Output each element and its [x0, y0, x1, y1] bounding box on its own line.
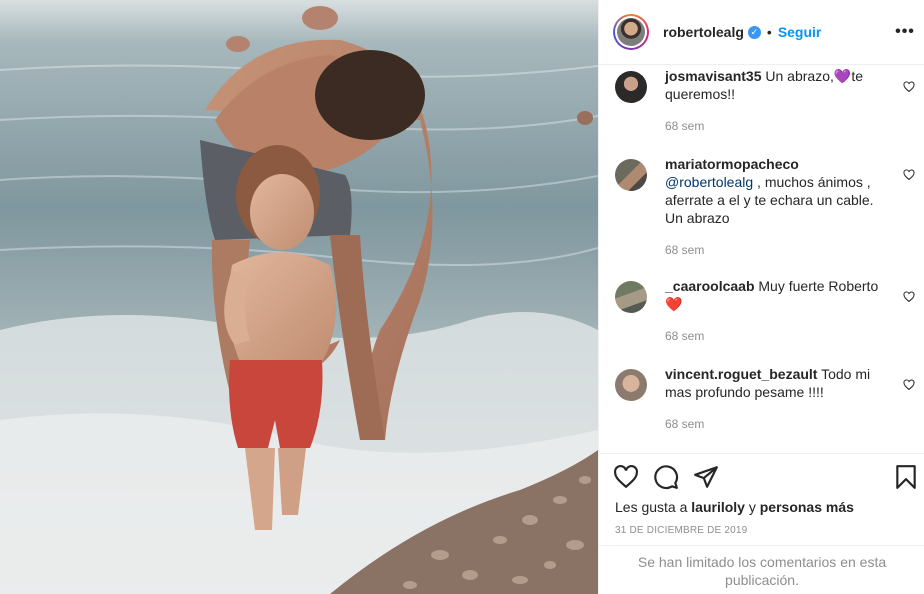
comment-avatar[interactable] [615, 71, 647, 103]
comments-limited-notice: Se han limitado los comentarios en esta … [599, 545, 924, 594]
post-actions: Les gusta a lauriloly y personas más 31 … [599, 453, 924, 588]
comment-text: mariatormopacheco @robertolealg , muchos… [665, 155, 891, 227]
comment-bubble-icon[interactable] [653, 464, 679, 490]
comment-username[interactable]: mariatormopacheco [665, 156, 799, 172]
header-separator: • [766, 24, 772, 40]
likes-summary: Les gusta a lauriloly y personas más [615, 499, 854, 515]
comment-text: vincent.roguet_bezault Todo mi mas profu… [665, 365, 891, 401]
comment-like-heart-icon[interactable] [903, 169, 915, 181]
share-paper-plane-icon[interactable] [693, 464, 719, 490]
red-heart-emoji: ❤️ [665, 296, 683, 312]
comment-like-heart-icon[interactable] [903, 81, 915, 93]
author-avatar[interactable] [613, 14, 649, 50]
comment-time[interactable]: 68 sem [665, 119, 704, 133]
comment-username[interactable]: _caaroolcaab [665, 278, 755, 294]
comment-text-part: Un abrazo, [761, 68, 834, 84]
author-avatar-image [617, 18, 645, 46]
like-heart-icon[interactable] [613, 464, 639, 490]
follow-button[interactable]: Seguir [778, 24, 822, 40]
beach-photo-drawing [0, 0, 598, 594]
save-bookmark-icon[interactable] [893, 464, 919, 490]
comment-text-part: Muy fuerte Roberto [754, 278, 879, 294]
purple-heart-emoji: 💜 [833, 68, 852, 84]
comment-time[interactable]: 68 sem [665, 243, 704, 257]
post-side-panel: robertolealg ✓ • Seguir ••• josmavisant3… [598, 0, 924, 594]
comments-list[interactable]: josmavisant35 Un abrazo,💜te queremos!! 6… [599, 64, 924, 453]
comment-like-heart-icon[interactable] [903, 379, 915, 391]
comment-avatar[interactable] [615, 159, 647, 191]
post-date[interactable]: 31 DE DICIEMBRE DE 2019 [615, 525, 747, 536]
comment-username[interactable]: vincent.roguet_bezault [665, 366, 817, 382]
comment-avatar[interactable] [615, 369, 647, 401]
comment-avatar[interactable] [615, 281, 647, 313]
comment-username[interactable]: josmavisant35 [665, 68, 762, 84]
more-options-icon[interactable]: ••• [893, 20, 917, 44]
comment-text: josmavisant35 Un abrazo,💜te queremos!! [665, 67, 891, 103]
author-avatar-frame [615, 16, 647, 48]
post-photo[interactable] [0, 0, 598, 594]
likes-user-link[interactable]: lauriloly [691, 499, 745, 515]
author-username[interactable]: robertolealg [663, 24, 744, 40]
post-header: robertolealg ✓ • Seguir ••• [599, 0, 924, 64]
comment-mention-link[interactable]: @robertolealg [665, 174, 753, 190]
comment-like-heart-icon[interactable] [903, 291, 915, 303]
comment-time[interactable]: 68 sem [665, 417, 704, 431]
verified-badge-icon: ✓ [747, 25, 761, 39]
comment-time[interactable]: 68 sem [665, 329, 704, 343]
likes-prefix: Les gusta a [615, 499, 692, 515]
likes-middle: y [744, 499, 760, 515]
likes-others-link[interactable]: personas más [760, 499, 854, 515]
comment-text: _caaroolcaab Muy fuerte Roberto ❤️ [665, 277, 891, 313]
